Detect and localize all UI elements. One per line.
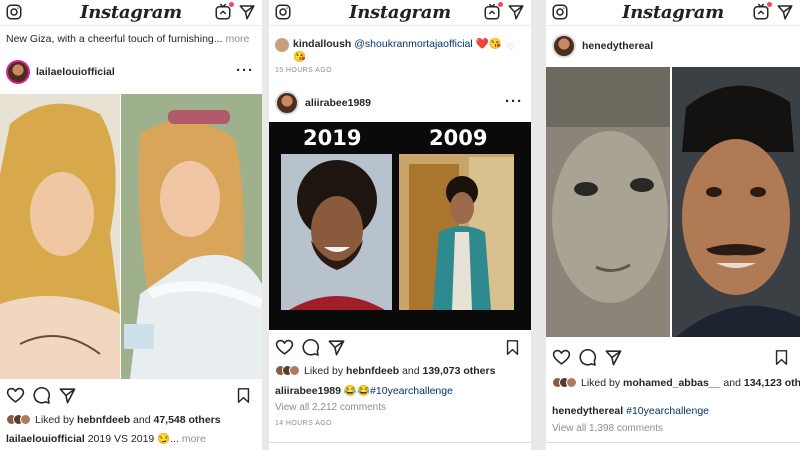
previous-post-time: 15 HOURS AGO xyxy=(275,67,332,74)
like-heart-icon[interactable] xyxy=(6,386,25,405)
liker-avatar xyxy=(566,377,577,388)
view-comments-link[interactable]: View all 2,212 comments xyxy=(275,402,386,413)
post-photo[interactable] xyxy=(546,67,800,337)
collage-image xyxy=(546,67,800,337)
like-heart-icon[interactable] xyxy=(275,338,294,357)
avatar[interactable] xyxy=(275,91,299,115)
liked-mid: and xyxy=(130,414,154,426)
top-bar: Instagram xyxy=(546,0,800,26)
liked-prefix: Liked by xyxy=(304,365,347,377)
post-header: lailaelouiofficial ··· xyxy=(0,56,262,90)
direct-message-icon[interactable] xyxy=(507,3,525,21)
previous-post-caption: New Giza, with a cheerful touch of furni… xyxy=(6,33,249,45)
liked-count[interactable]: 134,123 others xyxy=(744,377,800,389)
feed-screen-2: Instagram kindalloush @shoukranmortajaof… xyxy=(269,0,531,450)
comment-username[interactable]: kindalloush xyxy=(293,38,351,50)
caption-hashtag[interactable]: #10yearchallenge xyxy=(370,385,453,397)
post-header: henedythereal xyxy=(546,30,800,64)
post-username[interactable]: aliirabee1989 xyxy=(305,97,371,109)
liked-prefix: Liked by xyxy=(35,414,78,426)
year-label-left: 2019 xyxy=(303,126,362,150)
liker-avatar xyxy=(20,414,31,425)
view-comments-link[interactable]: View all 1,398 comments xyxy=(552,423,663,434)
caption-username[interactable]: henedythereal xyxy=(552,405,623,417)
caption-hashtag[interactable]: #10yearchallenge xyxy=(623,405,709,417)
caption-username[interactable]: lailaelouiofficial xyxy=(6,433,85,445)
top-bar: Instagram xyxy=(269,0,531,26)
liker-avatar xyxy=(289,365,300,376)
like-heart-icon[interactable] xyxy=(552,348,571,367)
comment-like-icon[interactable]: ♡ xyxy=(507,42,515,53)
feed-screen-3: Instagram henedythereal Liked by mohamed… xyxy=(546,0,800,450)
caption-username[interactable]: aliirabee1989 xyxy=(275,385,341,397)
liked-user[interactable]: hebnfdeeb xyxy=(346,365,399,377)
liked-by[interactable]: Liked by hebnfdeeb and 139,073 others xyxy=(275,365,495,377)
comment-icon[interactable] xyxy=(32,386,51,405)
post-caption: lailaelouiofficial 2019 VS 2019 😏... mor… xyxy=(6,432,206,445)
post-photo[interactable]: 2019 2009 xyxy=(269,122,531,330)
comment-icon[interactable] xyxy=(578,348,597,367)
liked-count[interactable]: 139,073 others xyxy=(422,365,495,377)
comment-icon[interactable] xyxy=(301,338,320,357)
avatar[interactable] xyxy=(552,34,576,58)
more-options-icon[interactable]: ··· xyxy=(505,93,523,110)
comment-mention[interactable]: @shoukranmortajaofficial xyxy=(354,38,472,50)
post-actions xyxy=(546,346,800,370)
year-label-right: 2009 xyxy=(429,126,488,150)
share-icon[interactable] xyxy=(327,338,346,357)
more-link[interactable]: more xyxy=(182,433,206,445)
post-caption: aliirabee1989 😂😂#10yearchallenge xyxy=(275,384,453,397)
bottom-nav xyxy=(546,442,800,450)
caption-text: New Giza, with a cheerful touch of furni… xyxy=(6,33,223,45)
feed-screen-1: Instagram New Giza, with a cheerful touc… xyxy=(0,0,262,450)
avatar[interactable] xyxy=(6,60,30,84)
more-link[interactable]: more xyxy=(223,33,249,45)
liked-user[interactable]: hebnfdeeb xyxy=(77,414,130,426)
comment-text: kindalloush @shoukranmortajaofficial ❤️😘… xyxy=(293,38,503,64)
post-username[interactable]: lailaelouiofficial xyxy=(36,66,115,78)
collage-image xyxy=(0,94,262,379)
post-photo[interactable] xyxy=(0,94,262,379)
save-bookmark-icon[interactable] xyxy=(235,386,252,405)
share-icon[interactable] xyxy=(604,348,623,367)
commenter-avatar[interactable] xyxy=(275,38,289,52)
save-bookmark-icon[interactable] xyxy=(504,338,521,357)
direct-message-icon[interactable] xyxy=(238,3,256,21)
collage-image xyxy=(269,122,531,330)
post-caption: henedythereal #10yearchallenge xyxy=(552,405,709,417)
caption-text: 😂😂 xyxy=(340,385,371,397)
post-actions xyxy=(0,384,262,408)
liked-mid: and xyxy=(720,377,744,389)
bottom-nav xyxy=(269,442,531,450)
notification-dot xyxy=(767,2,772,7)
share-icon[interactable] xyxy=(58,386,77,405)
liked-mid: and xyxy=(399,365,423,377)
caption-text: 2019 VS 2019 😏... xyxy=(84,433,179,445)
liked-by[interactable]: Liked by hebnfdeeb and 47,548 others xyxy=(6,414,221,426)
save-bookmark-icon[interactable] xyxy=(773,348,790,367)
liked-user[interactable]: mohamed_abbas__ xyxy=(623,377,720,389)
notification-dot xyxy=(498,2,503,7)
post-time: 14 HOURS AGO xyxy=(275,420,332,427)
post-username[interactable]: henedythereal xyxy=(582,40,653,52)
notification-dot xyxy=(229,2,234,7)
more-options-icon[interactable]: ··· xyxy=(236,62,254,79)
direct-message-icon[interactable] xyxy=(776,3,794,21)
top-bar: Instagram xyxy=(0,0,262,26)
post-header: aliirabee1989 ··· xyxy=(269,87,531,121)
liked-by[interactable]: Liked by mohamed_abbas__ and 134,123 oth… xyxy=(552,377,800,389)
liked-prefix: Liked by xyxy=(581,377,624,389)
post-actions xyxy=(269,336,531,360)
liked-count[interactable]: 47,548 others xyxy=(153,414,220,426)
